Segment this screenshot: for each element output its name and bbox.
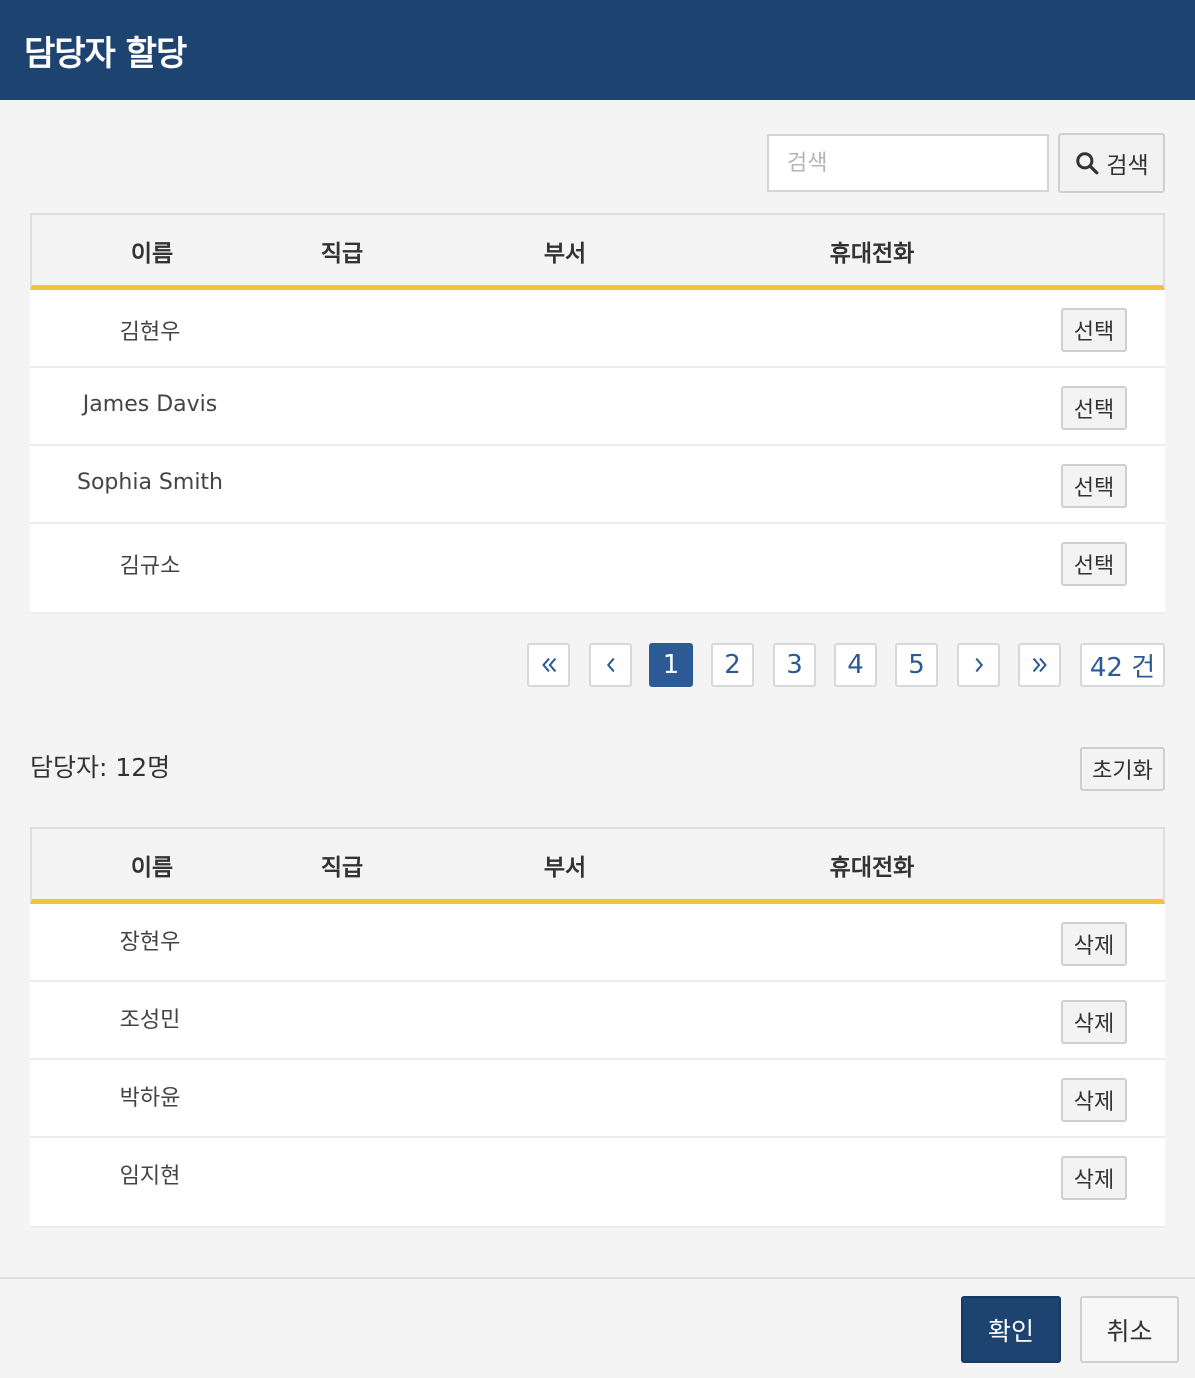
double-chevron-right-icon <box>1032 657 1047 673</box>
pagination-page-1[interactable]: 1 <box>649 643 693 687</box>
row-name: 임지현 <box>119 1164 181 1189</box>
pagination-last-button[interactable] <box>1018 643 1061 687</box>
search-input[interactable] <box>767 134 1049 192</box>
search-icon <box>1076 152 1099 175</box>
table-row: 장현우 삭제 <box>30 904 1165 982</box>
pagination-page-5[interactable]: 5 <box>895 643 938 687</box>
pagination-total-count: 42 건 <box>1080 643 1165 687</box>
row-name: 조성민 <box>119 1008 181 1033</box>
row-name: Sophia Smith <box>77 470 223 495</box>
pagination-first-button[interactable] <box>527 643 570 687</box>
column-header-department: 부서 <box>543 855 587 881</box>
select-button[interactable]: 선택 <box>1061 542 1127 586</box>
delete-button[interactable]: 삭제 <box>1061 1078 1127 1122</box>
table-row: 임지현 삭제 <box>30 1138 1165 1228</box>
column-header-department: 부서 <box>543 241 587 267</box>
chevron-right-icon <box>974 657 983 673</box>
column-header-name: 이름 <box>130 855 174 881</box>
select-button[interactable]: 선택 <box>1061 386 1127 430</box>
dialog-header: 담당자 할당 <box>0 0 1195 100</box>
chevron-left-icon <box>606 657 615 673</box>
column-header-position: 직급 <box>320 241 364 267</box>
table-row: Sophia Smith 선택 <box>30 446 1165 524</box>
pagination-page-4[interactable]: 4 <box>834 643 877 687</box>
column-header-mobile: 휴대전화 <box>829 241 915 267</box>
table-row: James Davis 선택 <box>30 368 1165 446</box>
delete-button[interactable]: 삭제 <box>1061 922 1127 966</box>
table-row: 김규소 선택 <box>30 524 1165 614</box>
delete-button[interactable]: 삭제 <box>1061 1156 1127 1200</box>
candidate-table-header: 이름 직급 부서 휴대전화 <box>30 213 1165 290</box>
row-name: 박하윤 <box>119 1086 181 1111</box>
search-button[interactable]: 검색 <box>1058 133 1165 193</box>
select-button[interactable]: 선택 <box>1061 464 1127 508</box>
candidate-table: 이름 직급 부서 휴대전화 김현우 선택 James Davis 선택 Soph… <box>30 213 1165 614</box>
cancel-button[interactable]: 취소 <box>1080 1296 1179 1363</box>
delete-button[interactable]: 삭제 <box>1061 1000 1127 1044</box>
select-button[interactable]: 선택 <box>1061 308 1127 352</box>
dialog-title: 담당자 할당 <box>24 34 187 74</box>
table-row: 박하윤 삭제 <box>30 1060 1165 1138</box>
pagination-prev-button[interactable] <box>589 643 632 687</box>
reset-button[interactable]: 초기화 <box>1080 747 1165 791</box>
table-row: 조성민 삭제 <box>30 982 1165 1060</box>
table-row: 김현우 선택 <box>30 290 1165 368</box>
search-button-label: 검색 <box>1106 153 1149 179</box>
confirm-button[interactable]: 확인 <box>961 1296 1061 1363</box>
row-name: 김현우 <box>119 320 181 345</box>
row-name: 김규소 <box>119 554 181 579</box>
pagination-next-button[interactable] <box>957 643 1000 687</box>
row-name: 장현우 <box>119 930 181 955</box>
row-name: James Davis <box>82 392 218 417</box>
column-header-position: 직급 <box>320 855 364 881</box>
assignee-count: 담당자: 12명 <box>30 753 171 782</box>
pagination-page-2[interactable]: 2 <box>711 643 754 687</box>
column-header-name: 이름 <box>130 241 174 267</box>
double-chevron-left-icon <box>541 657 556 673</box>
column-header-mobile: 휴대전화 <box>829 855 915 881</box>
assignee-table: 이름 직급 부서 휴대전화 장현우 삭제 조성민 삭제 박하윤 삭제 임지현 삭… <box>30 827 1165 1228</box>
assignee-table-header: 이름 직급 부서 휴대전화 <box>30 827 1165 904</box>
pagination-page-3[interactable]: 3 <box>773 643 816 687</box>
